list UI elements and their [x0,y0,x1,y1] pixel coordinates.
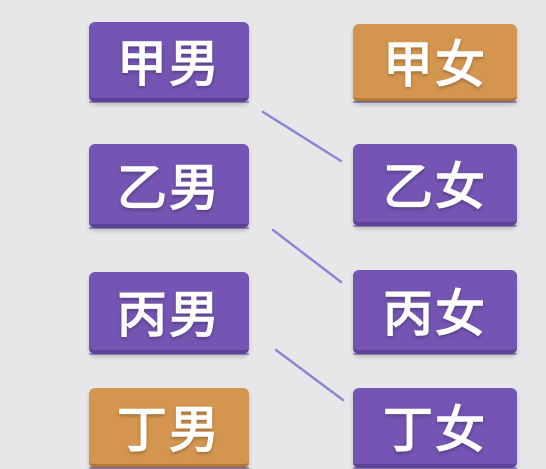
connector-bing-ding [274,348,345,402]
left-box-ding-male: 丁男 [89,388,249,469]
left-box-label: 丙男 [117,286,221,344]
left-box-label: 乙男 [117,159,221,217]
left-box-label: 丁男 [117,401,221,459]
connector-jia-yi [261,110,343,163]
right-box-yi-female: 乙女 [353,144,517,227]
right-box-jia-female: 甲女 [353,24,517,103]
right-box-label: 乙女 [383,158,487,216]
right-box-label: 甲女 [383,36,487,94]
right-box-bing-female: 丙女 [353,270,517,355]
right-box-ding-female: 丁女 [353,388,517,469]
left-box-jia-male: 甲男 [89,22,249,103]
right-box-label: 丁女 [383,401,487,459]
left-box-bing-male: 丙男 [89,272,249,355]
left-box-label: 甲男 [117,35,221,93]
right-box-label: 丙女 [383,285,487,343]
left-box-yi-male: 乙男 [89,144,249,229]
connector-yi-bing [271,228,343,284]
pairing-diagram: 甲男 乙男 丙男 丁男 甲女 乙女 丙女 丁女 [0,0,546,469]
